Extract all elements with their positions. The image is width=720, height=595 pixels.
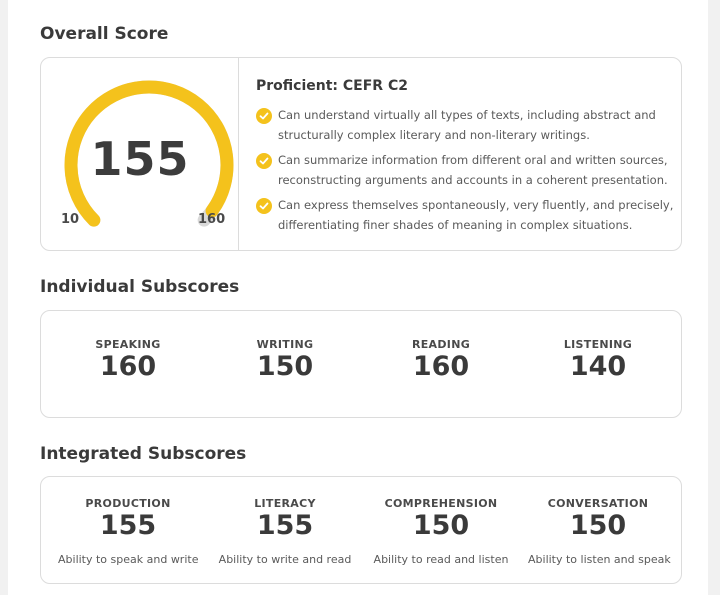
subscore-value: 140 [569,351,627,382]
subscore-value: 150 [569,510,627,541]
subscore-production: PRODUCTION 155 Ability to speak and writ… [58,497,198,566]
subscore-value: 150 [412,510,470,541]
subscore-label: PRODUCTION [85,497,171,510]
subscore-comprehension: COMPREHENSION 150 Ability to read and li… [371,497,511,566]
subscore-label: COMPREHENSION [384,497,498,510]
subscore-label: LITERACY [254,497,316,510]
description-item: Can summarize information from different… [256,151,676,196]
subscore-literacy: LITERACY 155 Ability to write and read [215,497,355,566]
subscore-description: Ability to listen and speak [528,553,671,566]
overall-score-card: 155 10 160 Proficient: CEFR C2 Can under… [40,57,682,251]
overall-score-title: Overall Score [40,24,169,44]
subscore-label: READING [411,338,471,351]
subscore-value: 160 [412,351,470,382]
check-icon [256,153,272,169]
integrated-subscores-card: PRODUCTION 155 Ability to speak and writ… [40,476,682,584]
check-icon [256,198,272,214]
subscore-value: 155 [256,510,314,541]
subscore-speaking: SPEAKING 160 [58,338,198,382]
overall-score-value: 155 [90,132,190,186]
subscore-label: CONVERSATION [547,497,649,510]
subscore-label: LISTENING [563,338,633,351]
subscore-value: 155 [99,510,157,541]
individual-subscores-card: SPEAKING 160 WRITING 150 READING 160 LIS… [40,310,682,418]
subscore-reading: READING 160 [371,338,511,382]
description-item: Can understand virtually all types of te… [256,106,676,151]
subscore-description: Ability to speak and write [58,553,199,566]
description-item: Can express themselves spontaneously, ve… [256,196,676,241]
subscore-description: Ability to read and listen [373,553,509,566]
subscore-value: 160 [99,351,157,382]
subscore-label: WRITING [256,338,314,351]
subscore-conversation: CONVERSATION 150 Ability to listen and s… [528,497,671,566]
subscore-listening: LISTENING 140 [528,338,668,382]
proficiency-descriptions: Can understand virtually all types of te… [256,106,676,241]
subscore-writing: WRITING 150 [215,338,355,382]
subscore-value: 150 [256,351,314,382]
integrated-subscores-title: Integrated Subscores [40,444,247,464]
description-text: Can express themselves spontaneously, ve… [278,198,674,232]
gauge-max-label: 160 [198,212,226,227]
description-text: Can summarize information from different… [278,153,668,187]
check-icon [256,108,272,124]
score-report: Overall Score 155 10 160 Proficient: CEF… [8,0,708,595]
gauge-min-label: 10 [61,212,80,227]
card-divider [238,58,239,250]
individual-subscores-title: Individual Subscores [40,277,240,297]
subscore-label: SPEAKING [95,338,161,351]
subscore-description: Ability to write and read [218,553,352,566]
description-text: Can understand virtually all types of te… [278,108,656,142]
proficiency-level: Proficient: CEFR C2 [256,78,408,94]
